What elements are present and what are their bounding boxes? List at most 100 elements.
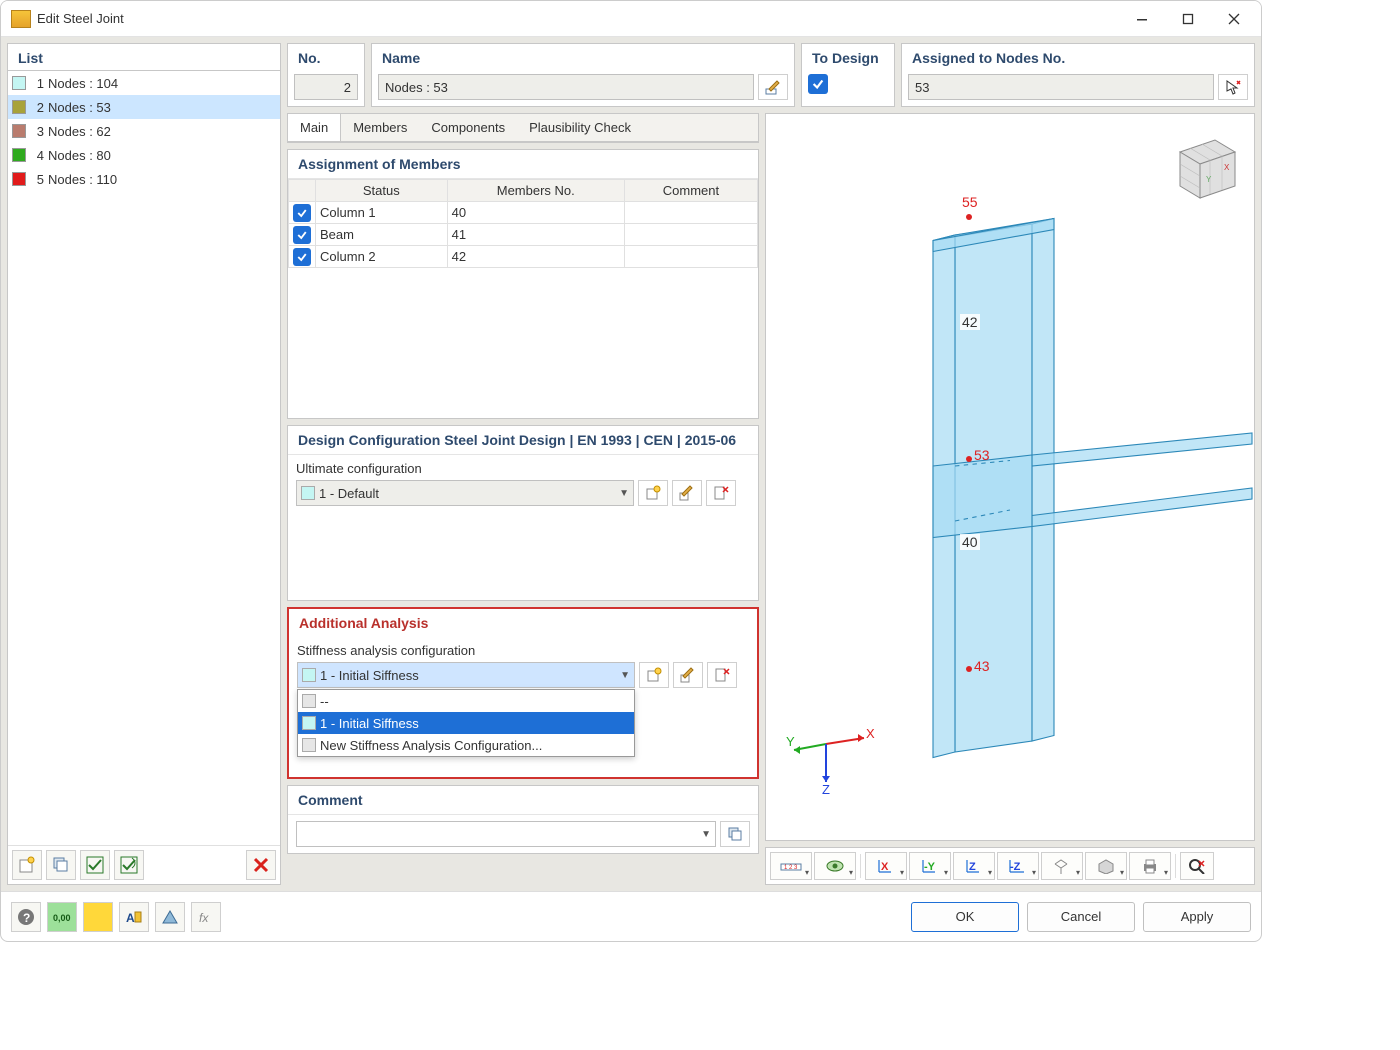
window-title: Edit Steel Joint <box>37 11 124 26</box>
assigned-nodes-input[interactable]: 53 <box>908 74 1214 100</box>
tab-members[interactable]: Members <box>341 114 419 141</box>
no-box: No. 2 <box>287 43 365 107</box>
axis-x-icon[interactable]: X▾ <box>865 852 907 880</box>
window: Edit Steel Joint List 1Nodes : 1042Nodes… <box>0 0 1262 942</box>
delete-icon[interactable] <box>246 850 276 880</box>
row-checkbox[interactable] <box>293 226 311 244</box>
list-toolbar <box>8 845 280 884</box>
ultimate-config-combo[interactable]: 1 - Default ▼ <box>296 480 634 506</box>
visibility-icon[interactable]: ▾ <box>814 852 856 880</box>
function-icon[interactable]: fx <box>191 902 221 932</box>
ok-button[interactable]: OK <box>911 902 1019 932</box>
new-stiffness-icon[interactable] <box>639 662 669 688</box>
axis-z-icon[interactable]: Z▾ <box>953 852 995 880</box>
edit-config-icon[interactable] <box>672 480 702 506</box>
assignment-title: Assignment of Members <box>288 150 758 179</box>
maximize-button[interactable] <box>1165 4 1211 34</box>
check-all-icon[interactable] <box>80 850 110 880</box>
minimize-button[interactable] <box>1119 4 1165 34</box>
stiffness-config-label: Stiffness analysis configuration <box>297 643 749 658</box>
color-swatch <box>12 124 26 138</box>
option-swatch <box>302 716 316 730</box>
tabs-panel: MainMembersComponentsPlausibility Check <box>287 113 759 143</box>
tab-main[interactable]: Main <box>288 114 341 141</box>
text-format-icon[interactable]: A <box>119 902 149 932</box>
list-item-index: 5 <box>30 172 44 187</box>
list-item[interactable]: 2Nodes : 53 <box>8 95 280 119</box>
delete-config-icon[interactable] <box>706 480 736 506</box>
new-config-icon[interactable] <box>638 480 668 506</box>
apply-button[interactable]: Apply <box>1143 902 1251 932</box>
svg-text:X: X <box>1224 163 1230 172</box>
zoom-check-icon[interactable] <box>1180 852 1214 880</box>
list-item-index: 1 <box>30 76 44 91</box>
pick-nodes-icon[interactable] <box>1218 74 1248 100</box>
help-icon[interactable]: ? <box>11 902 41 932</box>
svg-text:fx: fx <box>199 911 209 925</box>
uncheck-all-icon[interactable] <box>114 850 144 880</box>
stiffness-dropdown[interactable]: --1 - Initial SiffnessNew Stiffness Anal… <box>297 689 635 757</box>
svg-text:A: A <box>126 911 135 925</box>
chevron-down-icon: ▼ <box>620 670 630 681</box>
list-item-index: 2 <box>30 100 44 115</box>
comment-title: Comment <box>288 786 758 815</box>
row-checkbox[interactable] <box>293 204 311 222</box>
iso-view-icon[interactable]: ▾ <box>1041 852 1083 880</box>
option-swatch <box>302 694 316 708</box>
members-table: Status Members No. Comment Column 140Bea… <box>288 179 758 268</box>
comment-library-icon[interactable] <box>720 821 750 847</box>
name-input[interactable]: Nodes : 53 <box>378 74 754 100</box>
delete-stiffness-icon[interactable] <box>707 662 737 688</box>
form-column: MainMembersComponentsPlausibility Check … <box>287 113 759 885</box>
dimensions-icon[interactable]: 1 2 3▾ <box>770 852 812 880</box>
chevron-down-icon: ▼ <box>619 488 629 499</box>
row-checkbox[interactable] <box>293 248 311 266</box>
print-icon[interactable]: ▾ <box>1129 852 1171 880</box>
list-item[interactable]: 3Nodes : 62 <box>8 119 280 143</box>
name-label: Name <box>372 44 794 70</box>
to-design-checkbox[interactable] <box>808 74 828 94</box>
dropdown-option[interactable]: 1 - Initial Siffness <box>298 712 634 734</box>
titlebar: Edit Steel Joint <box>1 1 1261 37</box>
list-item[interactable]: 5Nodes : 110 <box>8 167 280 191</box>
list-items[interactable]: 1Nodes : 1042Nodes : 533Nodes : 624Nodes… <box>8 71 280 845</box>
col-members: Members No. <box>447 180 624 202</box>
list-item-label: Nodes : 80 <box>48 148 111 163</box>
new-icon[interactable] <box>12 850 42 880</box>
edit-stiffness-icon[interactable] <box>673 662 703 688</box>
node-dot <box>966 214 972 220</box>
axis-y-icon[interactable]: -Y▾ <box>909 852 951 880</box>
axis-minus-z-icon[interactable]: -Z▾ <box>997 852 1039 880</box>
tabs: MainMembersComponentsPlausibility Check <box>288 114 758 142</box>
stiffness-config-combo[interactable]: 1 - Initial Siffness ▼ --1 - Initial Sif… <box>297 662 635 688</box>
color-icon[interactable] <box>83 902 113 932</box>
header-row: No. 2 Name Nodes : 53 To Design <box>287 43 1255 107</box>
node-dot <box>966 456 972 462</box>
view-cube[interactable]: Y X <box>1160 122 1246 208</box>
tab-components[interactable]: Components <box>419 114 517 141</box>
units-icon[interactable]: 0,00 <box>47 902 77 932</box>
cell-comment <box>624 246 757 268</box>
viewport-3d[interactable]: 55 53 43 42 40 <box>765 113 1255 841</box>
dropdown-option[interactable]: -- <box>298 690 634 712</box>
svg-text:-Z: -Z <box>1010 861 1021 873</box>
cell-comment <box>624 224 757 246</box>
cancel-button[interactable]: Cancel <box>1027 902 1135 932</box>
to-design-label: To Design <box>802 44 894 70</box>
svg-text:X: X <box>866 726 875 741</box>
cell-status: Column 1 <box>316 202 448 224</box>
list-item[interactable]: 1Nodes : 104 <box>8 71 280 95</box>
edit-name-icon[interactable] <box>758 74 788 100</box>
additional-analysis-section: Additional Analysis Stiffness analysis c… <box>287 607 759 779</box>
chevron-down-icon: ▼ <box>701 829 711 840</box>
list-item[interactable]: 4Nodes : 80 <box>8 143 280 167</box>
render-mode-icon[interactable]: ▾ <box>1085 852 1127 880</box>
dropdown-option[interactable]: New Stiffness Analysis Configuration... <box>298 734 634 756</box>
no-input[interactable]: 2 <box>294 74 358 100</box>
preview-icon[interactable] <box>155 902 185 932</box>
copy-icon[interactable] <box>46 850 76 880</box>
close-button[interactable] <box>1211 4 1257 34</box>
comment-input[interactable]: ▼ <box>296 821 716 847</box>
assigned-nodes-box: Assigned to Nodes No. 53 <box>901 43 1255 107</box>
tab-plausibility-check[interactable]: Plausibility Check <box>517 114 643 141</box>
